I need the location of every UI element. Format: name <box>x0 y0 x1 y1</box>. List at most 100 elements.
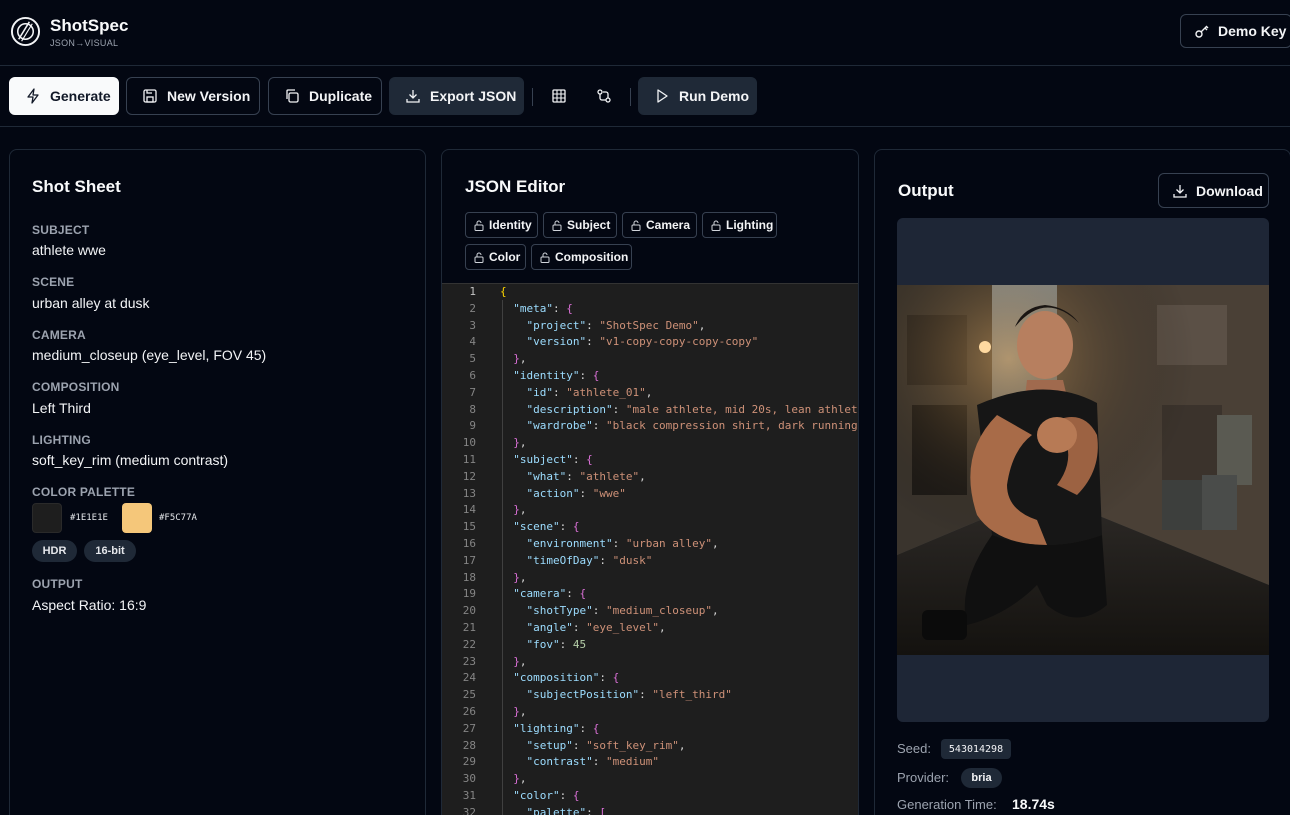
code-text: "what": "athlete", <box>526 469 646 483</box>
generation-time-label: Generation Time: <box>897 797 997 812</box>
code-line[interactable]: 12 "what": "athlete", <box>442 468 858 485</box>
line-number: 5 <box>469 352 476 366</box>
code-text: "identity": { <box>513 369 600 382</box>
code-text: }, <box>513 570 527 584</box>
shot-sheet-title: Shot Sheet <box>32 177 121 196</box>
output-title: Output <box>898 181 954 200</box>
lighting-label: LIGHTING <box>32 433 91 447</box>
code-text: "composition": { <box>513 671 620 685</box>
lock-chip-lighting[interactable]: Lighting <box>702 212 777 238</box>
line-number: 30 <box>462 772 476 786</box>
code-line[interactable]: 7 "id": "athlete_01", <box>442 384 858 401</box>
code-line[interactable]: 25 "subjectPosition": "left_third" <box>442 686 858 703</box>
code-text: "wardrobe": "black compression shirt, da… <box>526 419 858 433</box>
code-text: "meta": { <box>513 301 573 315</box>
scene-value: urban alley at dusk <box>32 295 150 311</box>
lock-chip-color[interactable]: Color <box>465 244 526 270</box>
line-number: 17 <box>462 553 476 567</box>
output-image-frame <box>897 218 1269 722</box>
code-line[interactable]: 20 "shotType": "medium_closeup", <box>442 602 858 619</box>
duplicate-button[interactable]: Duplicate <box>268 77 382 115</box>
brand-tagline: JSON→VISUAL <box>50 38 119 48</box>
code-line[interactable]: 28 "setup": "soft_key_rim", <box>442 737 858 754</box>
lock-icon <box>474 220 484 231</box>
grid-view-button[interactable] <box>540 77 578 115</box>
line-number: 32 <box>462 805 476 815</box>
line-number: 10 <box>462 436 476 450</box>
line-number: 29 <box>462 755 476 769</box>
line-number: 24 <box>462 671 476 685</box>
code-line[interactable]: 4 "version": "v1-copy-copy-copy-copy" <box>442 333 858 350</box>
output-label: OUTPUT <box>32 577 83 591</box>
code-line[interactable]: 31 "color": { <box>442 787 858 804</box>
code-line[interactable]: 5 }, <box>442 350 858 367</box>
lock-icon <box>711 220 721 231</box>
code-text: }, <box>513 503 527 517</box>
code-line[interactable]: 17 "timeOfDay": "dusk" <box>442 552 858 569</box>
code-line[interactable]: 10 }, <box>442 434 858 451</box>
lock-chip-camera[interactable]: Camera <box>622 212 697 238</box>
code-line[interactable]: 9 "wardrobe": "black compression shirt, … <box>442 417 858 434</box>
export-json-button[interactable]: Export JSON <box>389 77 524 115</box>
download-button[interactable]: Download <box>1158 173 1269 208</box>
palette-swatch <box>32 503 62 533</box>
code-line[interactable]: 14 }, <box>442 501 858 518</box>
lock-chip-subject[interactable]: Subject <box>543 212 617 238</box>
camera-value: medium_closeup (eye_level, FOV 45) <box>32 347 267 363</box>
code-text: "fov": 45 <box>526 637 587 651</box>
run-demo-label: Run Demo <box>679 88 749 104</box>
code-text: }, <box>513 705 527 718</box>
line-number: 18 <box>462 570 476 584</box>
download-label: Download <box>1196 182 1263 199</box>
lightning-icon <box>25 88 41 104</box>
code-text: "shotType": "medium_closeup", <box>526 604 719 618</box>
line-number: 4 <box>469 335 476 349</box>
code-line[interactable]: 15 "scene": { <box>442 518 858 535</box>
code-line[interactable]: 6 "identity": { <box>442 367 858 384</box>
composition-label: COMPOSITION <box>32 380 120 394</box>
code-line[interactable]: 24 "composition": { <box>442 669 858 686</box>
shot-sheet-panel: Shot Sheet SUBJECT athlete wwe SCENE urb… <box>9 149 426 815</box>
generate-button[interactable]: Generate <box>9 77 119 115</box>
lock-chip-label: Color <box>489 250 521 264</box>
lock-chip-identity[interactable]: Identity <box>465 212 538 238</box>
code-line[interactable]: 8 "description": "male athlete, mid 20s,… <box>442 401 858 418</box>
run-demo-button[interactable]: Run Demo <box>638 77 757 115</box>
code-line[interactable]: 13 "action": "wwe" <box>442 485 858 502</box>
code-line[interactable]: 1{ <box>442 283 858 300</box>
new-version-button[interactable]: New Version <box>126 77 260 115</box>
code-line[interactable]: 2 "meta": { <box>442 300 858 317</box>
code-text: "id": "athlete_01", <box>526 385 653 399</box>
demo-key-button[interactable]: Demo Key <box>1180 14 1290 48</box>
code-line[interactable]: 32 "palette": [ <box>442 804 858 815</box>
line-number: 20 <box>462 604 476 618</box>
code-line[interactable]: 23 }, <box>442 653 858 670</box>
line-number: 25 <box>462 688 476 702</box>
code-line[interactable]: 21 "angle": "eye_level", <box>442 619 858 636</box>
lock-chip-composition[interactable]: Composition <box>531 244 632 270</box>
compare-button[interactable] <box>585 77 623 115</box>
generated-image[interactable] <box>897 285 1269 655</box>
copy-icon <box>284 88 300 104</box>
code-line[interactable]: 26 }, <box>442 703 858 720</box>
code-text: "subject": { <box>513 453 593 466</box>
code-line[interactable]: 11 "subject": { <box>442 451 858 468</box>
line-number: 13 <box>462 486 476 500</box>
code-line[interactable]: 16 "environment": "urban alley", <box>442 535 858 552</box>
line-number: 1 <box>469 285 476 298</box>
aspect-ratio-value: Aspect Ratio: 16:9 <box>32 597 147 613</box>
code-editor[interactable]: 1{2 "meta": {3 "project": "ShotSpec Demo… <box>442 283 858 815</box>
new-version-label: New Version <box>167 88 251 104</box>
code-line[interactable]: 22 "fov": 45 <box>442 636 858 653</box>
code-line[interactable]: 3 "project": "ShotSpec Demo", <box>442 317 858 334</box>
code-line[interactable]: 29 "contrast": "medium" <box>442 753 858 770</box>
line-number: 2 <box>469 301 476 315</box>
line-number: 19 <box>462 587 476 601</box>
code-line[interactable]: 30 }, <box>442 770 858 787</box>
code-line[interactable]: 18 }, <box>442 569 858 586</box>
code-line[interactable]: 19 "camera": { <box>442 585 858 602</box>
toolbar-divider <box>532 88 533 106</box>
toolbar-divider <box>630 88 631 106</box>
code-text: "environment": "urban alley", <box>526 537 719 550</box>
code-line[interactable]: 27 "lighting": { <box>442 720 858 737</box>
